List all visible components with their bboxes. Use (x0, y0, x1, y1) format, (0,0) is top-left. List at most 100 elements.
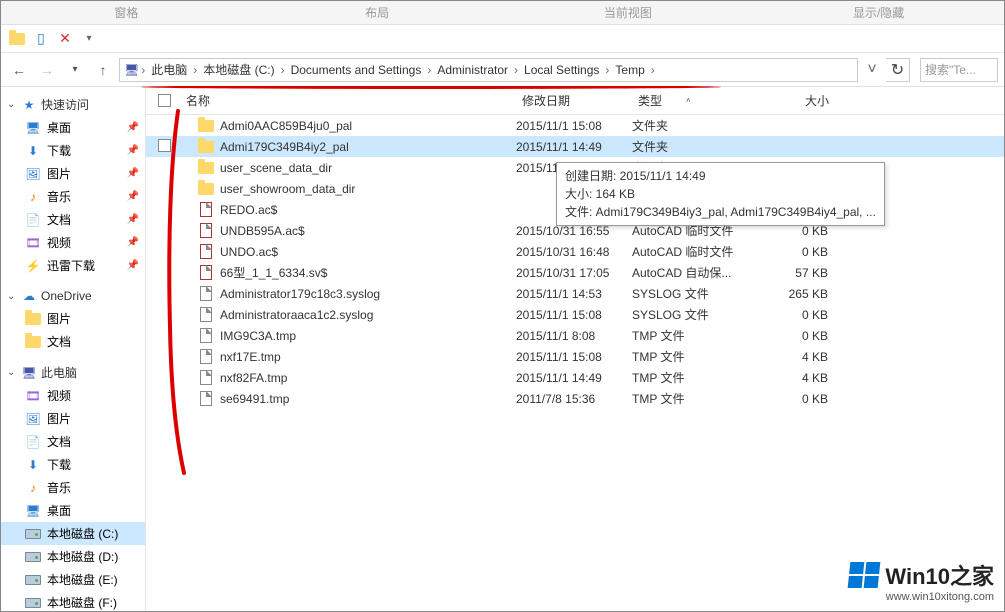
table-row[interactable]: nxf17E.tmp2015/11/1 15:08TMP 文件4 KB (146, 346, 1004, 367)
breadcrumb-item[interactable]: Local Settings (520, 63, 603, 77)
sidebar-item[interactable]: ⬇下载 (1, 453, 145, 476)
sidebar-item[interactable]: 🖼图片 (1, 407, 145, 430)
breadcrumb-item[interactable]: Documents and Settings (287, 63, 426, 77)
pin-icon: 📌 (127, 191, 139, 202)
sidebar-item[interactable]: 🖥桌面📌 (1, 116, 145, 139)
videos-icon: 🎞 (25, 235, 41, 251)
table-row[interactable]: Admi179C349B4iy2_pal2015/11/1 14:49文件夹 (146, 136, 1004, 157)
column-checkbox[interactable] (146, 94, 180, 107)
forward-button[interactable]: → (35, 58, 59, 82)
ribbon-tab[interactable]: 布局 (252, 1, 503, 24)
acad-icon (198, 244, 214, 260)
sidebar-group-onedrive: ⌄ ☁ OneDrive 图片文档 (1, 285, 145, 353)
file-type: AutoCAD 临时文件 (632, 243, 746, 260)
breadcrumb-item[interactable]: Administrator (433, 63, 512, 77)
file-name: nxf17E.tmp (220, 350, 281, 364)
nav-sidebar[interactable]: ⌄ ★ 快速访问 🖥桌面📌⬇下载📌🖼图片📌♪音乐📌📄文档📌🎞视频📌⚡迅雷下载📌 … (1, 87, 146, 611)
sidebar-item[interactable]: ♪音乐📌 (1, 185, 145, 208)
chevron-right-icon[interactable] (279, 63, 287, 77)
table-row[interactable]: nxf82FA.tmp2015/11/1 14:49TMP 文件4 KB (146, 367, 1004, 388)
sidebar-item[interactable]: 🖼图片📌 (1, 162, 145, 185)
address-bar[interactable]: 🖥 此电脑 本地磁盘 (C:) Documents and Settings A… (119, 58, 858, 82)
file-type: 文件夹 (632, 117, 746, 134)
sidebar-item[interactable]: ⚡迅雷下载📌 (1, 254, 145, 277)
sidebar-item-label: 文档 (47, 333, 71, 350)
column-date[interactable]: 修改日期 (516, 92, 632, 109)
table-row[interactable]: 66型_1_1_6334.sv$2015/10/31 17:05AutoCAD … (146, 262, 1004, 283)
acad-icon (198, 265, 214, 281)
folder-icon (198, 160, 214, 176)
table-row[interactable]: Administrator179c18c3.syslog2015/11/1 14… (146, 283, 1004, 304)
chevron-right-icon[interactable] (649, 63, 657, 77)
chevron-right-icon[interactable] (139, 63, 147, 77)
sidebar-item[interactable]: ⬇下载📌 (1, 139, 145, 162)
sidebar-item-label: 文档 (47, 211, 71, 228)
address-dropdown[interactable]: ˅ (862, 61, 882, 79)
breadcrumb-item[interactable]: 本地磁盘 (C:) (199, 61, 278, 78)
search-input[interactable]: 搜索"Te... (920, 58, 998, 82)
column-type[interactable]: 类型˄ (632, 92, 746, 109)
table-row[interactable]: IMG9C3A.tmp2015/11/1 8:08TMP 文件0 KB (146, 325, 1004, 346)
acad-icon (198, 202, 214, 218)
file-name: user_scene_data_dir (220, 161, 332, 175)
quick-access-toolbar: ▯ ✕ ▾ (1, 25, 1004, 53)
file-rows: Admi0AAC859B4ju0_pal2015/11/1 15:08文件夹Ad… (146, 115, 1004, 409)
windows-logo-icon (848, 562, 881, 588)
sidebar-head-quick[interactable]: ⌄ ★ 快速访问 (1, 93, 145, 116)
sidebar-item[interactable]: ♪音乐 (1, 476, 145, 499)
row-checkbox[interactable] (146, 139, 180, 155)
file-date: 2015/11/1 14:49 (516, 371, 632, 385)
address-row: ← → ▾ ↑ 🖥 此电脑 本地磁盘 (C:) Documents and Se… (1, 53, 1004, 87)
sidebar-item[interactable]: 📄文档📌 (1, 208, 145, 231)
history-dropdown[interactable]: ▾ (63, 58, 87, 82)
up-button[interactable]: ↑ (91, 58, 115, 82)
sidebar-item-label: 音乐 (47, 479, 71, 496)
sidebar-item-label: 本地磁盘 (E:) (47, 571, 118, 588)
qat-dropdown-icon[interactable]: ▾ (79, 29, 99, 49)
delete-icon[interactable]: ✕ (55, 29, 75, 49)
folder-icon (198, 139, 214, 155)
chevron-right-icon[interactable] (603, 63, 611, 77)
back-button[interactable]: ← (7, 58, 31, 82)
sidebar-head-thispc[interactable]: ⌄ 🖥 此电脑 (1, 361, 145, 384)
sidebar-item[interactable]: 图片 (1, 307, 145, 330)
breadcrumb-item[interactable]: 此电脑 (147, 61, 191, 78)
thunder-icon: ⚡ (25, 258, 41, 274)
properties-icon[interactable]: ▯ (31, 29, 51, 49)
sidebar-head-onedrive[interactable]: ⌄ ☁ OneDrive (1, 285, 145, 307)
sidebar-item-label: 视频 (47, 387, 71, 404)
table-row[interactable]: Admi0AAC859B4ju0_pal2015/11/1 15:08文件夹 (146, 115, 1004, 136)
sidebar-item-label: 本地磁盘 (F:) (47, 594, 117, 611)
ribbon-tab[interactable]: 当前视图 (503, 1, 754, 24)
file-icon (198, 286, 214, 302)
sidebar-item[interactable]: 🎞视频 (1, 384, 145, 407)
sidebar-item[interactable]: 本地磁盘 (C:) (1, 522, 145, 545)
sidebar-item[interactable]: 📄文档 (1, 430, 145, 453)
sidebar-item[interactable]: 本地磁盘 (F:) (1, 591, 145, 611)
file-date: 2015/11/1 14:49 (516, 140, 632, 154)
drive-icon (25, 572, 41, 588)
file-icon (198, 328, 214, 344)
sidebar-item[interactable]: 文档 (1, 330, 145, 353)
ribbon-tab[interactable]: 显示/隐藏 (753, 1, 1004, 24)
chevron-right-icon[interactable] (512, 63, 520, 77)
chevron-right-icon[interactable] (191, 63, 199, 77)
ribbon-tab[interactable]: 窗格 (1, 1, 252, 24)
column-name[interactable]: 名称 (180, 92, 516, 109)
table-row[interactable]: Administratoraaca1c2.syslog2015/11/1 15:… (146, 304, 1004, 325)
main-area: ⌄ ★ 快速访问 🖥桌面📌⬇下载📌🖼图片📌♪音乐📌📄文档📌🎞视频📌⚡迅雷下载📌 … (1, 87, 1004, 611)
table-row[interactable]: UNDO.ac$2015/10/31 16:48AutoCAD 临时文件0 KB (146, 241, 1004, 262)
sidebar-group-quick: ⌄ ★ 快速访问 🖥桌面📌⬇下载📌🖼图片📌♪音乐📌📄文档📌🎞视频📌⚡迅雷下载📌 (1, 93, 145, 277)
sidebar-item[interactable]: 🖥桌面 (1, 499, 145, 522)
pin-icon: 📌 (127, 237, 139, 248)
column-size[interactable]: 大小 (746, 92, 836, 109)
breadcrumb-item[interactable]: Temp (611, 63, 648, 77)
star-icon: ★ (21, 97, 37, 113)
sidebar-item[interactable]: 本地磁盘 (D:) (1, 545, 145, 568)
folder-icon (7, 29, 27, 49)
table-row[interactable]: se69491.tmp2011/7/8 15:36TMP 文件0 KB (146, 388, 1004, 409)
sidebar-item[interactable]: 🎞视频📌 (1, 231, 145, 254)
sidebar-item[interactable]: 本地磁盘 (E:) (1, 568, 145, 591)
chevron-right-icon[interactable] (425, 63, 433, 77)
refresh-button[interactable]: ↻ (886, 58, 910, 82)
